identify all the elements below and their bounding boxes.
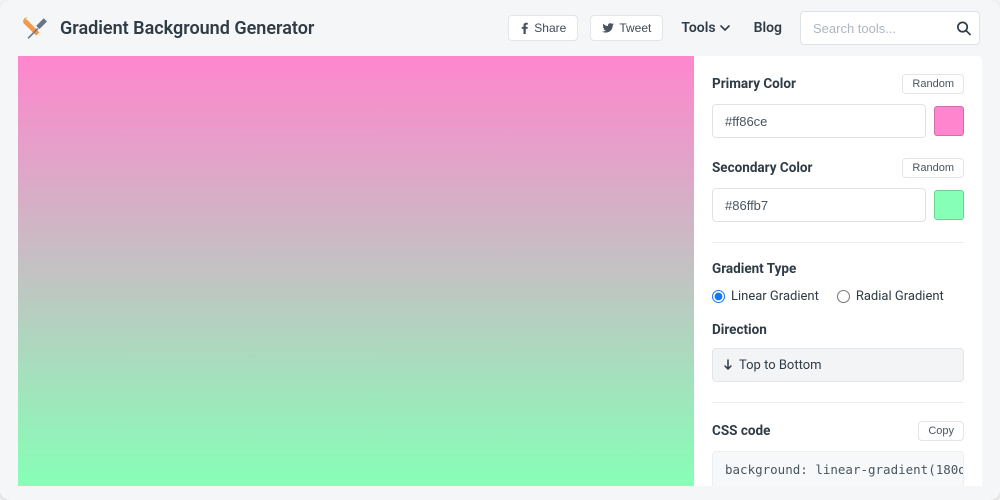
nav-tools-label: Tools (681, 20, 715, 36)
secondary-color-label: Secondary Color (712, 160, 812, 176)
direction-label: Direction (712, 322, 964, 338)
secondary-color-input[interactable] (712, 188, 926, 222)
tweet-button[interactable]: Tweet (590, 15, 663, 41)
arrow-down-icon (723, 359, 733, 371)
css-prefix: background: (725, 462, 815, 477)
direction-select[interactable]: Top to Bottom (712, 348, 964, 382)
body: Primary Color Random Secondary Color Ran… (18, 56, 982, 486)
radio-radial-input[interactable] (837, 290, 850, 303)
radio-radial-gradient[interactable]: Radial Gradient (837, 289, 944, 304)
share-button-label: Share (534, 21, 566, 35)
radio-linear-gradient[interactable]: Linear Gradient (712, 289, 819, 304)
radio-linear-label: Linear Gradient (731, 289, 819, 304)
primary-random-button[interactable]: Random (902, 74, 964, 94)
divider (712, 402, 964, 403)
secondary-color-swatch[interactable] (934, 190, 964, 220)
facebook-icon (520, 22, 529, 34)
nav-blog-label: Blog (754, 20, 782, 36)
copy-button[interactable]: Copy (918, 421, 964, 441)
primary-color-input[interactable] (712, 104, 926, 138)
search-icon (956, 21, 971, 36)
gradient-preview (18, 56, 694, 486)
share-button[interactable]: Share (508, 15, 578, 41)
css-code-label: CSS code (712, 423, 770, 439)
page-title: Gradient Background Generator (60, 18, 314, 39)
primary-color-swatch[interactable] (934, 106, 964, 136)
css-func: linear-gradient(180deg, (815, 462, 964, 477)
gradient-box (18, 56, 694, 486)
wrench-screwdriver-icon (20, 14, 48, 42)
radio-linear-input[interactable] (712, 290, 725, 303)
controls-sidebar: Primary Color Random Secondary Color Ran… (694, 56, 982, 486)
search-input[interactable] (800, 11, 980, 45)
chevron-down-icon (720, 25, 730, 31)
twitter-icon (602, 23, 614, 33)
tweet-button-label: Tweet (619, 21, 651, 35)
primary-color-label: Primary Color (712, 76, 796, 92)
radio-radial-label: Radial Gradient (856, 289, 944, 304)
divider (712, 242, 964, 243)
direction-value: Top to Bottom (739, 358, 822, 373)
header: Gradient Background Generator Share Twee… (0, 0, 1000, 56)
nav-tools[interactable]: Tools (675, 20, 735, 36)
gradient-type-label: Gradient Type (712, 261, 964, 277)
nav-blog[interactable]: Blog (748, 20, 788, 36)
css-output[interactable]: background: linear-gradient(180deg, #ff8… (712, 451, 964, 486)
app-frame: Gradient Background Generator Share Twee… (0, 0, 1000, 500)
search-wrap (800, 11, 980, 45)
secondary-random-button[interactable]: Random (902, 158, 964, 178)
